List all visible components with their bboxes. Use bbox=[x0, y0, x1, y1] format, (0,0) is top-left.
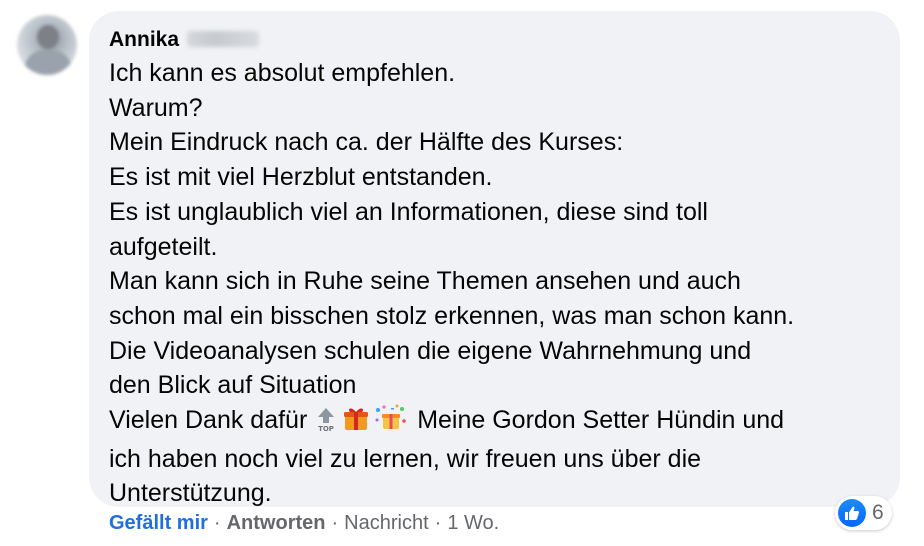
author-surname-redacted bbox=[187, 31, 260, 47]
separator-dot: · bbox=[213, 512, 221, 534]
emoji-line-suffix: Meine Gordon Setter Hündin und bbox=[417, 406, 785, 435]
comment-line: Ich kann es absolut empfehlen. bbox=[109, 59, 456, 87]
message-link[interactable]: Nachricht bbox=[344, 512, 428, 534]
comment-line: Warum? bbox=[109, 93, 203, 122]
reaction-summary[interactable]: 6 bbox=[835, 496, 892, 530]
emoji-line-prefix: Vielen Dank dafür bbox=[109, 406, 308, 435]
comment-line: ich haben noch viel zu lernen, wir freue… bbox=[109, 444, 702, 473]
confetti-gift-emoji bbox=[374, 404, 406, 442]
avatar-shoulders-shape bbox=[25, 49, 71, 75]
comment-line: Man kann sich in Ruhe seine Themen anseh… bbox=[109, 267, 741, 296]
timestamp[interactable]: 1 Wo. bbox=[447, 512, 499, 534]
like-thumb-icon bbox=[838, 499, 866, 527]
avatar[interactable] bbox=[17, 15, 77, 75]
avatar-head-shape bbox=[37, 25, 59, 49]
like-button[interactable]: Gefällt mir bbox=[109, 512, 208, 534]
comment-line: Die Videoanalysen schulen die eigene Wah… bbox=[109, 336, 752, 365]
separator-dot: · bbox=[331, 512, 339, 534]
separator-dot: · bbox=[434, 512, 442, 534]
comment-line: Es ist unglaublich viel an Informationen… bbox=[109, 197, 708, 226]
reply-button[interactable]: Antworten bbox=[227, 512, 326, 534]
comment-line-with-emoji: Vielen Dank dafür TOP Meine Gordon Sette… bbox=[109, 403, 889, 442]
comment-bubble: Annika Ich kann es absolut empfehlen. Wa… bbox=[89, 11, 900, 507]
author-first-name[interactable]: Annika bbox=[109, 28, 179, 51]
comment-body: Ich kann es absolut empfehlen. Warum? Me… bbox=[109, 56, 889, 511]
comment-line: aufgeteilt. bbox=[109, 232, 218, 261]
comment-actions: Gefällt mir · Antworten · Nachricht · 1 Wo. bbox=[109, 512, 499, 535]
comment-line: schon mal ein bisschen stolz erkennen, w… bbox=[109, 301, 795, 330]
comment-line: Unterstützung. bbox=[109, 479, 272, 508]
reaction-count: 6 bbox=[872, 501, 884, 524]
comment-line: den Blick auf Situation bbox=[109, 371, 357, 400]
comment-line: Es ist mit viel Herzblut entstanden. bbox=[109, 163, 493, 192]
svg-text:TOP: TOP bbox=[318, 425, 334, 432]
gift-emoji bbox=[342, 404, 370, 442]
top-arrow-emoji: TOP bbox=[314, 406, 338, 442]
comment-author[interactable]: Annika bbox=[109, 28, 260, 52]
comment-line: Mein Eindruck nach ca. der Hälfte des Ku… bbox=[109, 128, 624, 157]
